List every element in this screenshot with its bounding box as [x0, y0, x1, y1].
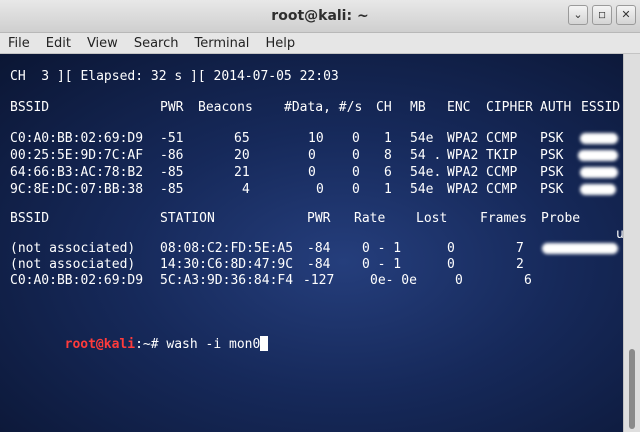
- sta-header-rate: Rate: [354, 211, 386, 226]
- sta-station: 5C:A3:9D:36:84:F4: [160, 273, 294, 288]
- menu-help[interactable]: Help: [257, 36, 303, 51]
- sta-lost: 0: [455, 273, 463, 288]
- title-bar[interactable]: root@kali: ~ ⌄ ◽ ✕: [0, 0, 640, 33]
- text-cursor: [260, 336, 269, 351]
- sta-header-lost: Lost: [416, 211, 448, 226]
- ap-header-ch: CH: [376, 100, 392, 115]
- sta-rate: 0e- 0e: [370, 273, 417, 288]
- redacted-essid: [580, 133, 618, 144]
- ap-header-essid: ESSID: [581, 100, 621, 115]
- sta-header-station: STATION: [160, 211, 215, 226]
- maximize-button[interactable]: ◽: [592, 5, 612, 25]
- ap-auth: PSK: [540, 148, 564, 163]
- ap-rate: 0: [352, 131, 360, 146]
- menu-view[interactable]: View: [79, 36, 126, 51]
- redacted-essid: [580, 184, 616, 195]
- ap-pwr: -86: [160, 148, 184, 163]
- ap-data: 0: [308, 148, 316, 163]
- ap-cipher: CCMP: [486, 131, 518, 146]
- ap-cipher: CCMP: [486, 165, 518, 180]
- sta-lost: 0: [447, 257, 455, 272]
- ap-header: BSSID PWR Beacons #Data, #/s CH MB ENC C…: [0, 99, 620, 117]
- minimize-button[interactable]: ⌄: [568, 5, 588, 25]
- sta-header-probe: Probe: [541, 211, 581, 226]
- ap-auth: PSK: [540, 131, 564, 146]
- redacted-probe: [542, 243, 618, 254]
- ap-header-data: #Data, #/s: [284, 100, 363, 115]
- ap-bssid: C0:A0:BB:02:69:D9: [10, 131, 144, 146]
- ap-auth: PSK: [540, 165, 564, 180]
- ap-ch: 8: [384, 148, 392, 163]
- ap-mb: 54e: [410, 182, 434, 197]
- ap-header-auth: AUTH: [540, 100, 572, 115]
- ap-rate: 0: [352, 182, 360, 197]
- ap-enc: WPA2: [447, 131, 479, 146]
- ap-enc: WPA2: [447, 165, 479, 180]
- command-text[interactable]: wash -i mon0: [166, 337, 260, 352]
- prompt-path: :~#: [135, 337, 167, 352]
- ap-enc: WPA2: [447, 148, 479, 163]
- status-line: CH 3 ][ Elapsed: 32 s ][ 2014-07-05 22:0…: [0, 68, 339, 86]
- terminal-window: root@kali: ~ ⌄ ◽ ✕ File Edit View Search…: [0, 0, 640, 432]
- ap-rate: 0: [352, 148, 360, 163]
- ap-row: 9C:8E:DC:07:BB:38 -85 4 0 0 1 54e WPA2 C…: [0, 181, 616, 199]
- sta-header-frames: Frames: [480, 211, 527, 226]
- ap-bssid: 00:25:5E:9D:7C:AF: [10, 148, 144, 163]
- ap-cipher: TKIP: [486, 148, 518, 163]
- ap-bssid: 64:66:B3:AC:78:B2: [10, 165, 144, 180]
- close-button[interactable]: ✕: [616, 5, 636, 25]
- menu-edit[interactable]: Edit: [38, 36, 79, 51]
- ap-beacons: 21: [234, 165, 250, 180]
- ap-pwr: -51: [160, 131, 184, 146]
- ap-enc: WPA2: [447, 182, 479, 197]
- menu-bar: File Edit View Search Terminal Help: [0, 33, 640, 54]
- sta-frames: 6: [524, 273, 532, 288]
- ap-data: 10: [308, 131, 324, 146]
- ap-header-beacons: Beacons: [198, 100, 253, 115]
- ap-mb: 54e.: [410, 165, 442, 180]
- ap-cipher: CCMP: [486, 182, 518, 197]
- sta-header-pwr: PWR: [307, 211, 331, 226]
- command-prompt[interactable]: root@kali:~# wash -i mon0: [0, 318, 269, 352]
- ap-data: 0: [308, 165, 316, 180]
- ap-header-bssid: BSSID: [10, 100, 50, 115]
- ap-pwr: -85: [160, 165, 184, 180]
- ap-header-pwr: PWR: [160, 100, 184, 115]
- menu-search[interactable]: Search: [126, 36, 187, 51]
- ap-row: 00:25:5E:9D:7C:AF -86 20 0 0 8 54 . WPA2…: [0, 147, 618, 165]
- ap-rate: 0: [352, 165, 360, 180]
- ap-ch: 6: [384, 165, 392, 180]
- ap-bssid: 9C:8E:DC:07:BB:38: [10, 182, 144, 197]
- ap-row: C0:A0:BB:02:69:D9 -51 65 10 0 1 54e WPA2…: [0, 130, 618, 148]
- scrollbar-thumb[interactable]: [629, 349, 635, 429]
- status-text: CH 3 ][ Elapsed: 32 s ][ 2014-07-05 22:0…: [10, 69, 339, 84]
- ap-header-mb: MB: [410, 100, 426, 115]
- ap-auth: PSK: [540, 182, 564, 197]
- menu-terminal[interactable]: Terminal: [186, 36, 257, 51]
- vertical-scrollbar[interactable]: [623, 54, 640, 432]
- sta-frames: 2: [516, 257, 524, 272]
- sta-bssid: C0:A0:BB:02:69:D9: [10, 273, 144, 288]
- redacted-essid: [580, 167, 618, 178]
- ap-mb: 54 .: [410, 148, 442, 163]
- terminal-output[interactable]: CH 3 ][ Elapsed: 32 s ][ 2014-07-05 22:0…: [0, 54, 624, 432]
- window-title: root@kali: ~: [271, 8, 369, 24]
- ap-data: 0: [316, 182, 324, 197]
- ap-ch: 1: [384, 131, 392, 146]
- station-row: C0:A0:BB:02:69:D9 5C:A3:9D:36:84:F4 -127…: [0, 272, 532, 290]
- menu-file[interactable]: File: [0, 36, 38, 51]
- ap-beacons: 65: [234, 131, 250, 146]
- ap-header-enc: ENC: [447, 100, 471, 115]
- ap-pwr: -85: [160, 182, 184, 197]
- ap-mb: 54e: [410, 131, 434, 146]
- ap-beacons: 4: [242, 182, 250, 197]
- redacted-essid: [578, 150, 618, 161]
- ap-row: 64:66:B3:AC:78:B2 -85 21 0 0 6 54e. WPA2…: [0, 164, 618, 182]
- sta-pwr: -127: [303, 273, 335, 288]
- ap-ch: 1: [384, 182, 392, 197]
- ap-header-cipher: CIPHER: [486, 100, 533, 115]
- ap-beacons: 20: [234, 148, 250, 163]
- prompt-user: root@kali: [64, 337, 136, 352]
